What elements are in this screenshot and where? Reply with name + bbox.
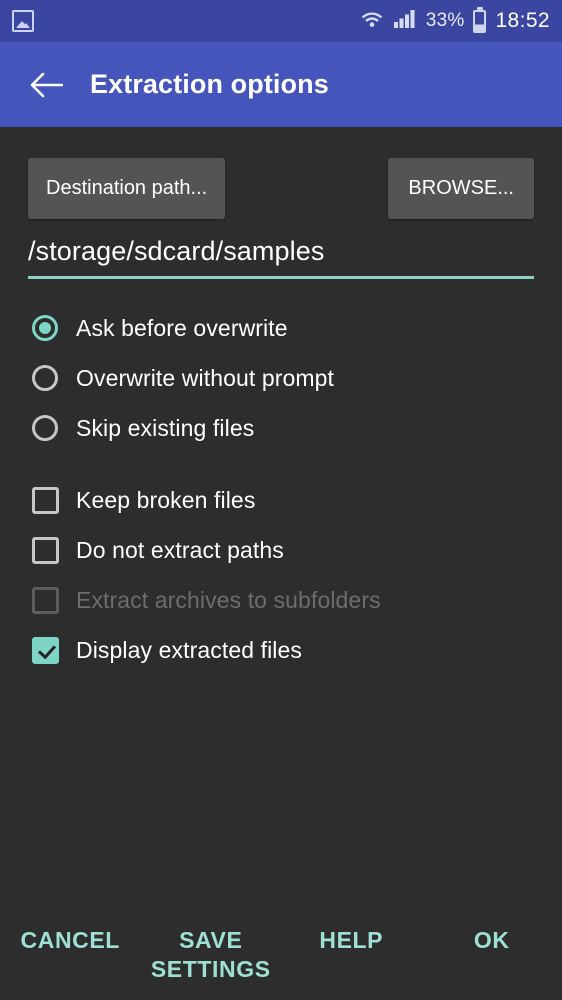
- battery-percent-label: 33%: [425, 10, 465, 31]
- checkbox-row-extract-archives-to-subfolders: Extract archives to subfolders: [28, 575, 534, 625]
- checkbox-keep-broken-files[interactable]: [32, 486, 59, 514]
- destination-path-field[interactable]: /storage/sdcard/samples: [28, 236, 534, 279]
- page-title: Extraction options: [90, 69, 329, 99]
- checkbox-row-keep-broken-files[interactable]: Keep broken files: [28, 475, 534, 525]
- radio-label-skip-existing-files: Skip existing files: [76, 414, 255, 441]
- destination-path-input[interactable]: /storage/sdcard/samples: [28, 236, 534, 276]
- radio-button-overwrite-without-prompt[interactable]: [32, 365, 58, 391]
- cancel-button[interactable]: CANCEL: [0, 926, 141, 955]
- destination-path-row: Destination path... BROWSE...: [28, 127, 534, 219]
- checkbox-extract-archives-to-subfolders: [32, 586, 59, 614]
- radio-row-ask-before-overwrite[interactable]: Ask before overwrite: [28, 303, 534, 353]
- back-arrow-icon[interactable]: [18, 71, 74, 99]
- browse-button[interactable]: BROWSE...: [388, 158, 534, 219]
- options-content: Destination path... BROWSE... /storage/s…: [0, 127, 562, 910]
- battery-icon: [473, 9, 487, 33]
- checkbox-label-display-extracted-files: Display extracted files: [76, 636, 302, 663]
- radio-row-overwrite-without-prompt[interactable]: Overwrite without prompt: [28, 353, 534, 403]
- overwrite-options-group: Ask before overwrite Overwrite without p…: [28, 303, 534, 453]
- save-settings-line-1: SAVE: [179, 927, 243, 953]
- help-button[interactable]: HELP: [281, 926, 422, 955]
- checkbox-row-do-not-extract-paths[interactable]: Do not extract paths: [28, 525, 534, 575]
- radio-row-skip-existing-files[interactable]: Skip existing files: [28, 403, 534, 453]
- extraction-options-screen: 33% 18:52 Extraction options Destination…: [0, 0, 562, 1000]
- checkbox-row-display-extracted-files[interactable]: Display extracted files: [28, 625, 534, 675]
- radio-label-ask-before-overwrite: Ask before overwrite: [76, 314, 288, 341]
- radio-button-ask-before-overwrite[interactable]: [32, 315, 58, 341]
- save-settings-line-2: SETTINGS: [150, 956, 271, 982]
- radio-button-skip-existing-files[interactable]: [32, 415, 58, 441]
- checkbox-label-extract-archives-to-subfolders: Extract archives to subfolders: [76, 586, 381, 613]
- radio-label-overwrite-without-prompt: Overwrite without prompt: [76, 364, 335, 391]
- destination-path-underline: [28, 276, 534, 279]
- status-bar: 33% 18:52: [0, 0, 562, 42]
- ok-button[interactable]: OK: [422, 926, 562, 955]
- checkbox-do-not-extract-paths[interactable]: [32, 536, 59, 564]
- checkbox-label-keep-broken-files: Keep broken files: [76, 486, 256, 513]
- save-settings-button[interactable]: SAVE SETTINGS: [141, 926, 282, 984]
- wifi-icon: [360, 7, 384, 35]
- destination-path-button[interactable]: Destination path...: [28, 158, 226, 219]
- app-bar: Extraction options: [0, 42, 562, 127]
- action-bar: CANCEL SAVE SETTINGS HELP OK: [0, 910, 562, 1000]
- status-bar-clock: 18:52: [495, 9, 550, 32]
- checkbox-label-do-not-extract-paths: Do not extract paths: [76, 536, 284, 563]
- gallery-icon: [12, 10, 34, 32]
- cellular-signal-icon: [393, 7, 417, 35]
- extraction-flags-group: Keep broken files Do not extract paths E…: [28, 475, 534, 675]
- status-bar-system-icons: 33% 18:52: [360, 7, 550, 35]
- status-bar-notifications: [12, 10, 34, 32]
- checkbox-display-extracted-files[interactable]: [32, 636, 59, 664]
